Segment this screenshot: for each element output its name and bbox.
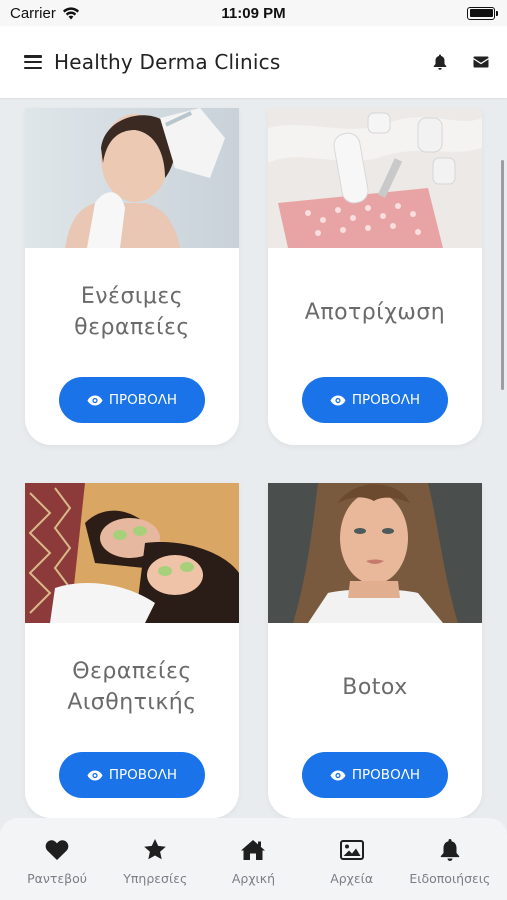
view-button[interactable]: ΠΡΟΒΟΛΗ — [302, 752, 448, 798]
eye-icon — [330, 395, 346, 405]
carrier-label: Carrier — [10, 4, 56, 22]
view-button-label: ΠΡΟΒΟΛΗ — [351, 392, 421, 408]
nav-item-notifications[interactable]: Ειδοποιήσεις — [402, 838, 498, 900]
wifi-icon — [62, 6, 79, 19]
nav-item-files[interactable]: Αρχεία — [304, 838, 400, 900]
view-button-label: ΠΡΟΒΟΛΗ — [108, 767, 178, 783]
card-title: Botox — [342, 674, 408, 700]
aesthetic-treatment-image — [25, 483, 239, 623]
header-actions — [433, 54, 489, 70]
services-grid: Ενέσιμες θεραπείες ΠΡΟΒΟΛΗ Αποτρίχωση ΠΡ… — [0, 98, 507, 818]
bell-icon — [440, 839, 460, 861]
app-title: Healthy Derma Clinics — [54, 50, 281, 74]
service-card[interactable]: Αποτρίχωση ΠΡΟΒΟΛΗ — [268, 108, 482, 445]
menu-icon[interactable] — [24, 55, 42, 69]
bell-icon[interactable] — [433, 54, 447, 70]
card-title: Ενέσιμες θεραπείες — [74, 284, 190, 340]
eye-icon — [330, 770, 346, 780]
eye-icon — [87, 395, 103, 405]
scrollbar[interactable] — [501, 160, 504, 390]
view-button-label: ΠΡΟΒΟΛΗ — [108, 392, 178, 408]
image-icon — [339, 840, 364, 860]
heart-icon — [45, 840, 69, 860]
mail-icon[interactable] — [473, 56, 489, 68]
nav-label: Ραντεβού — [27, 871, 88, 886]
view-button[interactable]: ΠΡΟΒΟΛΗ — [59, 752, 205, 798]
view-button[interactable]: ΠΡΟΒΟΛΗ — [59, 377, 205, 423]
view-button-label: ΠΡΟΒΟΛΗ — [351, 767, 421, 783]
nav-label: Αρχεία — [330, 871, 374, 886]
service-card[interactable]: Botox ΠΡΟΒΟΛΗ — [268, 483, 482, 818]
nav-item-appointments[interactable]: Ραντεβού — [9, 838, 105, 900]
nav-label: Υπηρεσίες — [123, 871, 188, 886]
status-bar: Carrier 11:09 PM — [0, 0, 507, 26]
nav-label: Ειδοποιήσεις — [409, 871, 491, 886]
service-card[interactable]: Ενέσιμες θεραπείες ΠΡΟΒΟΛΗ — [25, 108, 239, 445]
card-title: Αποτρίχωση — [304, 299, 446, 325]
nav-item-services[interactable]: Υπηρεσίες — [107, 838, 203, 900]
injection-treatment-image — [25, 108, 239, 248]
view-button[interactable]: ΠΡΟΒΟΛΗ — [302, 377, 448, 423]
status-left: Carrier — [10, 5, 80, 22]
card-title: Θεραπείες Αισθητικής — [67, 659, 197, 715]
app-header: Healthy Derma Clinics — [0, 26, 507, 98]
eye-icon — [87, 770, 103, 780]
hair-removal-image — [268, 108, 482, 248]
service-card[interactable]: Θεραπείες Αισθητικής ΠΡΟΒΟΛΗ — [25, 483, 239, 818]
nav-label: Αρχική — [231, 871, 276, 886]
botox-image — [268, 483, 482, 623]
home-icon — [241, 840, 266, 860]
star-icon — [144, 839, 167, 860]
bottom-nav: Ραντεβού Υπηρεσίες Αρχική Αρχεία Ειδοποι… — [0, 818, 507, 900]
nav-item-home[interactable]: Αρχική — [205, 838, 301, 900]
battery-icon — [467, 6, 498, 20]
